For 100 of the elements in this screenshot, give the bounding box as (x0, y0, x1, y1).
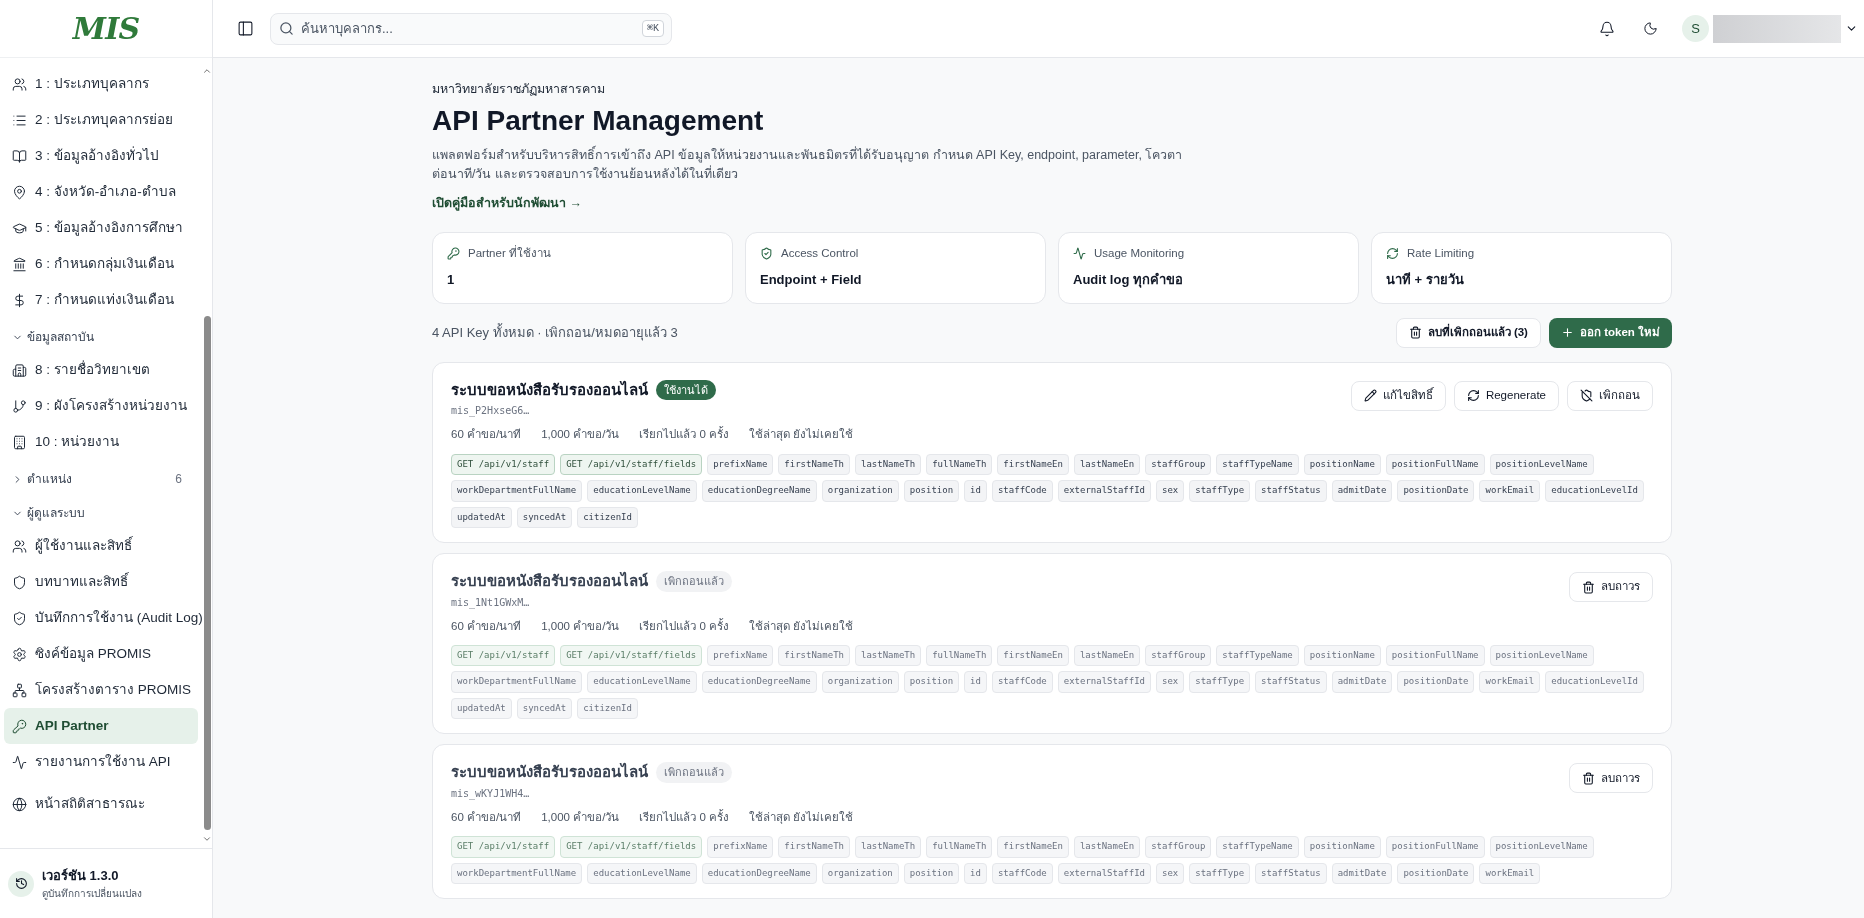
key-name: ระบบขอหนังสือรับรองออนไลน์ (451, 761, 648, 783)
sidebar-item[interactable]: 1 : ประเภทบุคลากร (4, 66, 198, 102)
sidebar-item[interactable]: หน้าสถิติสาธารณะ (4, 786, 198, 822)
field-tag: externalStaffId (1057, 862, 1151, 884)
section-title: ผู้ดูแลระบบ (27, 505, 86, 522)
field-tag: staffCode (991, 862, 1053, 884)
field-tag: staffStatus (1255, 480, 1327, 502)
stat-label: Access Control (781, 245, 859, 261)
action-button[interactable]: ลบถาวร (1569, 572, 1653, 602)
field-tag: workDepartmentFullName (451, 480, 583, 502)
endpoint-tag: GET /api/v1/staff/fields (560, 836, 703, 858)
status-badge: ใช้งานได้ (656, 379, 716, 401)
field-tag: admitDate (1331, 862, 1393, 884)
sidebar-item[interactable]: 9 : ผังโครงสร้างหน่วยงาน (4, 388, 198, 424)
field-tag: workEmail (1479, 671, 1541, 693)
sidebar-item[interactable]: 4 : จังหวัด-อำเภอ-ตำบล (4, 174, 198, 210)
field-tag: externalStaffId (1057, 480, 1151, 502)
developer-guide-link[interactable]: เปิดคู่มือสำหรับนักพัฒนา → (432, 193, 582, 213)
section-header[interactable]: ผู้ดูแลระบบ (4, 498, 198, 528)
field-tag: firstNameEn (997, 453, 1069, 475)
field-tag: syncedAt (516, 506, 573, 528)
field-tag: firstNameTh (778, 836, 850, 858)
usage-stat: เรียกไปแล้ว 0 ครั้ง (639, 617, 730, 634)
field-tag: firstNameEn (997, 836, 1069, 858)
usage-stat: ใช้ล่าสุด ยังไม่เคยใช้ (749, 427, 854, 443)
field-tag: syncedAt (516, 697, 573, 720)
usage-stat: 1,000 คำขอ/วัน (541, 618, 620, 634)
sidebar-item[interactable]: 6 : กำหนดกลุ่มเงินเดือน (4, 246, 198, 282)
field-tag: workDepartmentFullName (451, 671, 583, 693)
field-tag: educationLevelName (587, 862, 697, 884)
field-tag: workEmail (1479, 480, 1541, 502)
field-tag: citizenId (577, 506, 638, 528)
field-tag: staffTypeName (1216, 453, 1299, 475)
field-tag: workDepartmentFullName (451, 862, 583, 884)
field-tag: organization (821, 480, 899, 502)
sidebar-item[interactable]: API Partner (4, 708, 198, 744)
field-tag: staffType (1189, 671, 1251, 693)
field-tag: staffStatus (1255, 862, 1327, 884)
field-tag: positionLevelName (1489, 836, 1594, 858)
field-tag: educationLevelName (587, 480, 697, 502)
field-tag: position (903, 671, 960, 693)
action-button[interactable]: เพิกถอน (1567, 380, 1653, 411)
section-title: ข้อมูลสถาบัน (27, 329, 95, 346)
usage-stat: ใช้ล่าสุด ยังไม่เคยใช้ (749, 809, 854, 826)
usage-stat: ใช้ล่าสุด ยังไม่เคยใช้ (749, 618, 854, 635)
usage-stat: เรียกไปแล้ว 0 ครั้ง (639, 808, 730, 825)
field-tag: fullNameTh (926, 453, 993, 475)
field-tag: staffGroup (1145, 836, 1212, 858)
changelog-link[interactable]: ดูบันทึกการเปลี่ยนแปลง (42, 885, 142, 901)
field-tag: staffType (1189, 862, 1251, 884)
delete-revoked-button[interactable]: ลบที่เพิกถอนแล้ว (3) (1395, 317, 1541, 348)
field-tag: updatedAt (451, 697, 512, 720)
field-tag: positionName (1303, 836, 1381, 858)
sidebar-item[interactable]: 8 : รายชื่อวิทยาเขต (4, 352, 198, 388)
endpoint-tag: GET /api/v1/staff/fields (560, 644, 703, 667)
field-tag: lastNameEn (1073, 453, 1141, 475)
sidebar-item[interactable]: 2 : ประเภทบุคลากรย่อย (4, 102, 198, 138)
field-tag: staffTypeName (1216, 644, 1299, 667)
field-tag: positionLevelName (1489, 453, 1594, 475)
key-name: ระบบขอหนังสือรับรองออนไลน์ (451, 379, 648, 400)
action-button[interactable]: Regenerate (1453, 380, 1559, 411)
new-token-button[interactable]: ออก token ใหม่ (1548, 317, 1672, 348)
sidebar-item[interactable]: รายงานการใช้งาน API (4, 744, 198, 780)
section-header[interactable]: ตำแหน่ง 6 (4, 464, 198, 494)
field-tag: sex (1156, 480, 1185, 502)
action-button[interactable]: ลบถาวร (1569, 763, 1653, 794)
field-tag: positionFullName (1385, 836, 1485, 858)
field-tag: organization (821, 862, 899, 884)
user-avatar[interactable]: S (1682, 15, 1709, 42)
field-tag: staffTypeName (1216, 836, 1299, 858)
section-header[interactable]: ข้อมูลสถาบัน (4, 322, 198, 352)
stat-value: Endpoint + Field (760, 271, 863, 289)
sidebar-item[interactable]: โครงสร้างตาราง PROMIS (4, 672, 198, 708)
stat-label: Rate Limiting (1407, 245, 1475, 261)
field-tag: organization (821, 671, 899, 693)
api-key-prefix: mis_1Nt1GWxM… (451, 595, 531, 610)
endpoint-tag: GET /api/v1/staff/fields (560, 453, 703, 475)
sidebar-item[interactable]: ซิงค์ข้อมูล PROMIS (4, 636, 198, 672)
api-key-prefix: mis_P2HxseG6… (451, 404, 531, 419)
field-tag: staffGroup (1145, 644, 1212, 667)
sidebar-item[interactable]: บทบาทและสิทธิ์ (4, 564, 198, 600)
sidebar-item[interactable]: 7 : กำหนดแท่งเงินเดือน (4, 282, 198, 318)
sidebar-item[interactable]: 3 : ข้อมูลอ้างอิงทั่วไป (4, 138, 198, 174)
key-summary: 4 API Key ทั้งหมด · เพิกถอน/หมดอายุแล้ว 3 (432, 323, 679, 343)
field-tag: firstNameEn (997, 644, 1069, 667)
sidebar-item[interactable]: 10 : หน่วยงาน (4, 424, 198, 460)
field-tag: staffCode (991, 671, 1053, 693)
field-tag: lastNameEn (1073, 836, 1141, 858)
sidebar-item[interactable]: 5 : ข้อมูลอ้างอิงการศึกษา (4, 210, 198, 246)
field-tag: fullNameTh (926, 644, 993, 667)
field-tag: prefixName (707, 644, 774, 667)
action-button[interactable]: แก้ไขสิทธิ์ (1350, 380, 1446, 411)
field-tag: positionLevelName (1489, 644, 1594, 667)
status-badge: เพิกถอนแล้ว (656, 762, 732, 783)
version-title: เวอร์ชัน 1.3.0 (42, 867, 120, 886)
logo: MIS (72, 10, 140, 48)
section-count: 6 (175, 471, 183, 488)
sidebar-item[interactable]: ผู้ใช้งานและสิทธิ์ (4, 528, 198, 564)
field-tag: sex (1156, 671, 1185, 693)
field-tag: lastNameTh (854, 453, 922, 475)
